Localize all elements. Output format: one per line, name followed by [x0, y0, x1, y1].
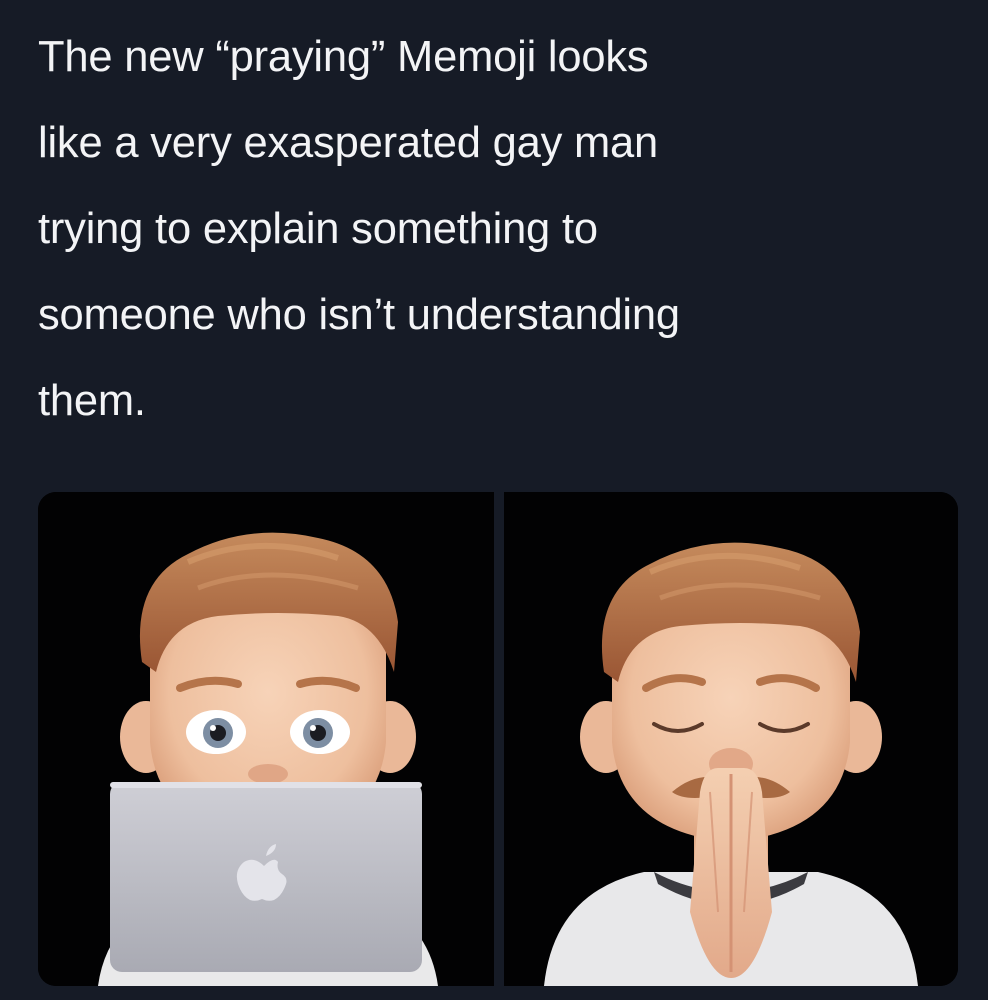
- memoji-praying-image[interactable]: [504, 492, 958, 986]
- tweet-card: The new “praying” Memoji looks like a ve…: [0, 0, 988, 1000]
- tweet-text-line: trying to explain something to: [38, 205, 598, 253]
- tweet-text-line: like a very exasperated gay man: [38, 119, 659, 167]
- tweet-text-line: them.: [38, 377, 146, 425]
- media-divider: [494, 492, 504, 986]
- tweet-text-line: someone who isn’t understanding: [38, 291, 680, 339]
- memoji-laptop-image[interactable]: [38, 492, 494, 986]
- memoji-laptop-icon: [98, 532, 438, 986]
- tweet-text: The new “praying” Memoji looks like a ve…: [38, 14, 958, 444]
- tweet-media[interactable]: [38, 492, 958, 986]
- memoji-praying-icon: [544, 542, 918, 986]
- tweet-text-line: The new “praying” Memoji looks: [38, 33, 649, 81]
